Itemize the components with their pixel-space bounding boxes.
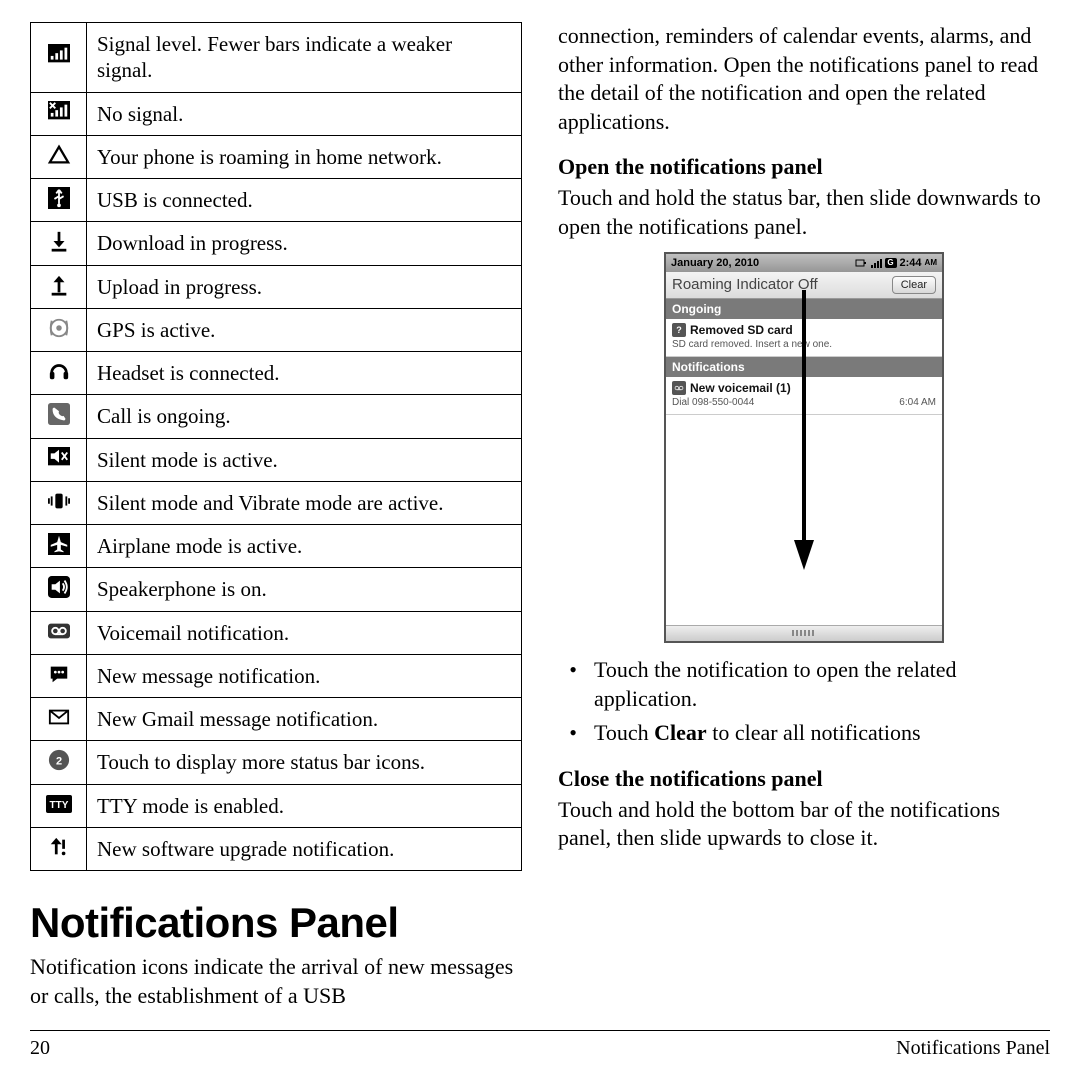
- icon-description: Airplane mode is active.: [87, 525, 522, 568]
- no-signal-icon: [31, 92, 87, 135]
- notifications-panel-screenshot: January 20, 2010 G 2:44AM Roaming Indica…: [664, 252, 944, 643]
- page-footer: 20 Notifications Panel: [30, 1030, 1050, 1060]
- icon-description: Signal level. Fewer bars indicate a weak…: [87, 23, 522, 93]
- section-heading: Notifications Panel: [30, 899, 522, 947]
- svg-text:TTY: TTY: [49, 800, 68, 811]
- close-panel-heading: Close the notifications panel: [558, 766, 1050, 792]
- table-row: Silent mode is active.: [31, 438, 522, 481]
- voicemail-title: New voicemail (1): [690, 381, 791, 395]
- table-row: New Gmail message notification.: [31, 698, 522, 741]
- svg-text:2: 2: [55, 756, 61, 768]
- voicemail-time: 6:04 AM: [899, 397, 936, 408]
- icon-description: Speakerphone is on.: [87, 568, 522, 611]
- airplane-icon: [31, 525, 87, 568]
- more-icon: 2: [31, 741, 87, 784]
- table-row: Airplane mode is active.: [31, 525, 522, 568]
- page-number: 20: [30, 1037, 50, 1060]
- icon-description: Touch to display more status bar icons.: [87, 741, 522, 784]
- voicemail-subtext: Dial 098-550-0044: [672, 397, 754, 408]
- icon-description: GPS is active.: [87, 308, 522, 351]
- status-date: January 20, 2010: [671, 257, 759, 269]
- upgrade-icon: [31, 827, 87, 870]
- silent-icon: [31, 438, 87, 481]
- call-icon: [31, 395, 87, 438]
- battery-icon: [855, 258, 867, 268]
- icon-description: No signal.: [87, 92, 522, 135]
- sd-card-title: Removed SD card: [690, 323, 793, 337]
- usb-icon: [31, 179, 87, 222]
- table-row: 2 Touch to display more status bar icons.: [31, 741, 522, 784]
- status-ampm: AM: [925, 258, 937, 267]
- table-row: Headset is connected.: [31, 352, 522, 395]
- icon-description: Download in progress.: [87, 222, 522, 265]
- headset-icon: [31, 352, 87, 395]
- table-row: GPS is active.: [31, 308, 522, 351]
- table-row: Silent mode and Vibrate mode are active.: [31, 481, 522, 524]
- speaker-icon: [31, 568, 87, 611]
- voicemail-notification[interactable]: New voicemail (1) Dial 098-550-0044 6:04…: [666, 377, 942, 415]
- icon-description: New message notification.: [87, 654, 522, 697]
- instruction-list: Touch the notification to open the relat…: [558, 655, 1050, 748]
- download-icon: [31, 222, 87, 265]
- intro-text-left: Notification icons indicate the arrival …: [30, 953, 522, 1010]
- status-bar: January 20, 2010 G 2:44AM: [666, 254, 942, 272]
- vibrate-icon: [31, 481, 87, 524]
- table-row: Signal level. Fewer bars indicate a weak…: [31, 23, 522, 93]
- table-row: Speakerphone is on.: [31, 568, 522, 611]
- icon-description: Upload in progress.: [87, 265, 522, 308]
- table-row: Your phone is roaming in home network.: [31, 135, 522, 178]
- table-row: No signal.: [31, 92, 522, 135]
- gps-icon: [31, 308, 87, 351]
- sd-card-icon: ?: [672, 323, 686, 337]
- footer-title: Notifications Panel: [896, 1037, 1050, 1060]
- voicemail-icon: [672, 381, 686, 395]
- drag-handle[interactable]: [666, 625, 942, 641]
- signal-icon: [31, 23, 87, 93]
- close-panel-body: Touch and hold the bottom bar of the not…: [558, 796, 1050, 853]
- table-row: Upload in progress.: [31, 265, 522, 308]
- signal-icon: [870, 258, 882, 268]
- icon-description: Call is ongoing.: [87, 395, 522, 438]
- panel-title: Roaming Indicator Off: [672, 276, 818, 293]
- message-icon: [31, 654, 87, 697]
- network-icon: G: [885, 258, 897, 268]
- open-panel-body: Touch and hold the status bar, then slid…: [558, 184, 1050, 241]
- table-row: New software upgrade notification.: [31, 827, 522, 870]
- upload-icon: [31, 265, 87, 308]
- notifications-header: Notifications: [666, 357, 942, 377]
- icon-description: Silent mode is active.: [87, 438, 522, 481]
- icon-description: Voicemail notification.: [87, 611, 522, 654]
- table-row: USB is connected.: [31, 179, 522, 222]
- icon-description: USB is connected.: [87, 179, 522, 222]
- table-row: Voicemail notification.: [31, 611, 522, 654]
- list-item: Touch Clear to clear all notifications: [588, 718, 1050, 748]
- list-item: Touch the notification to open the relat…: [588, 655, 1050, 714]
- roaming-icon: [31, 135, 87, 178]
- table-row: New message notification.: [31, 654, 522, 697]
- clear-button[interactable]: Clear: [892, 276, 936, 294]
- open-panel-heading: Open the notifications panel: [558, 154, 1050, 180]
- voicemail-icon: [31, 611, 87, 654]
- sd-card-subtext: SD card removed. Insert a new one.: [672, 339, 832, 350]
- icon-description: New Gmail message notification.: [87, 698, 522, 741]
- status-time: 2:44: [900, 257, 922, 269]
- tty-icon: TTY: [31, 784, 87, 827]
- intro-text-right: connection, reminders of calendar events…: [558, 22, 1050, 136]
- status-icon-table: Signal level. Fewer bars indicate a weak…: [30, 22, 522, 871]
- panel-empty-area: [666, 415, 942, 625]
- sd-card-notification[interactable]: ? Removed SD card SD card removed. Inser…: [666, 319, 942, 357]
- icon-description: Your phone is roaming in home network.: [87, 135, 522, 178]
- icon-description: TTY mode is enabled.: [87, 784, 522, 827]
- table-row: Download in progress.: [31, 222, 522, 265]
- icon-description: Headset is connected.: [87, 352, 522, 395]
- gmail-icon: [31, 698, 87, 741]
- table-row: TTY TTY mode is enabled.: [31, 784, 522, 827]
- icon-description: Silent mode and Vibrate mode are active.: [87, 481, 522, 524]
- ongoing-header: Ongoing: [666, 299, 942, 319]
- icon-description: New software upgrade notification.: [87, 827, 522, 870]
- table-row: Call is ongoing.: [31, 395, 522, 438]
